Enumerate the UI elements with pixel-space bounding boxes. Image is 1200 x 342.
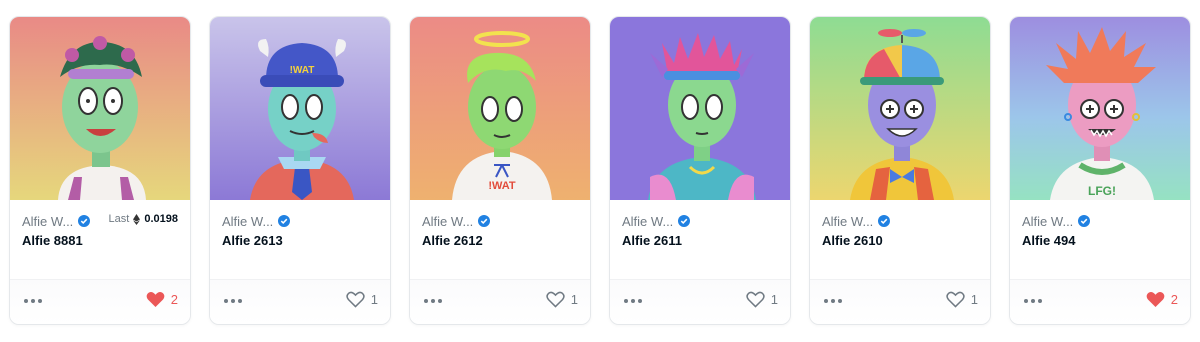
more-options-icon[interactable] (824, 294, 844, 308)
more-options-icon[interactable] (24, 294, 44, 308)
shirt-logo: LFG! (1088, 184, 1116, 198)
favorite-count: 2 (170, 292, 178, 307)
nft-artwork[interactable] (610, 17, 790, 200)
verified-badge-icon (78, 215, 91, 227)
hoodie-logo: !WAT (488, 180, 516, 192)
nft-name[interactable]: Alfie 2612 (422, 233, 578, 248)
hat-logo: !WAT (290, 65, 315, 76)
favorite-count: 1 (770, 292, 778, 307)
heart-outline-icon (746, 291, 765, 308)
last-sale-price: Last 0.0198 (108, 213, 178, 225)
favorite-button[interactable]: 2 (1146, 291, 1178, 308)
favorite-button[interactable]: 1 (546, 291, 578, 308)
collection-name[interactable]: Alfie W... (222, 212, 378, 230)
more-options-icon[interactable] (624, 294, 644, 308)
nft-artwork[interactable]: !WAT (210, 17, 390, 200)
verified-badge-icon (478, 215, 491, 227)
more-options-icon[interactable] (1024, 294, 1044, 308)
card-footer: 1 (210, 279, 390, 324)
collection-name[interactable]: Alfie W... (422, 212, 578, 230)
nft-card[interactable]: !WAT Alfie W... Alfie 2612 1 (409, 16, 591, 325)
more-options-icon[interactable] (424, 294, 444, 308)
more-options-icon[interactable] (224, 294, 244, 308)
ethereum-icon (133, 213, 141, 225)
nft-card[interactable]: !WAT Alfie W... Alfie 2613 1 (209, 16, 391, 325)
favorite-count: 1 (370, 292, 378, 307)
heart-filled-icon (1146, 292, 1165, 308)
nft-name[interactable]: Alfie 8881 (22, 233, 178, 248)
favorite-count: 1 (570, 292, 578, 307)
card-footer: 1 (410, 279, 590, 324)
collection-name[interactable]: Alfie W... (1022, 212, 1178, 230)
nft-card[interactable]: Alfie W... Alfie 2611 1 (609, 16, 791, 325)
favorite-count: 2 (1170, 292, 1178, 307)
heart-filled-icon (146, 292, 165, 308)
favorite-button[interactable]: 1 (946, 291, 978, 308)
nft-card[interactable]: LFG! Alfie W... Alfie 494 2 (1009, 16, 1191, 325)
card-footer: 1 (610, 279, 790, 324)
card-footer: 1 (810, 279, 990, 324)
favorite-button[interactable]: 2 (146, 291, 178, 308)
nft-name[interactable]: Alfie 494 (1022, 233, 1178, 248)
favorite-count: 1 (970, 292, 978, 307)
card-footer: 2 (10, 279, 190, 324)
nft-name[interactable]: Alfie 2611 (622, 233, 778, 248)
verified-badge-icon (678, 215, 691, 227)
heart-outline-icon (546, 291, 565, 308)
nft-artwork[interactable] (10, 17, 190, 200)
collection-name[interactable]: Alfie W... (622, 212, 778, 230)
favorite-button[interactable]: 1 (346, 291, 378, 308)
nft-artwork[interactable]: LFG! (1010, 17, 1190, 200)
verified-badge-icon (278, 215, 291, 227)
nft-card[interactable]: Alfie W... Alfie 8881 Last 0.0198 2 (9, 16, 191, 325)
nft-artwork[interactable]: !WAT (410, 17, 590, 200)
nft-name[interactable]: Alfie 2613 (222, 233, 378, 248)
verified-badge-icon (1078, 215, 1091, 227)
favorite-button[interactable]: 1 (746, 291, 778, 308)
nft-card[interactable]: Alfie W... Alfie 2610 1 (809, 16, 991, 325)
nft-card-row: Alfie W... Alfie 8881 Last 0.0198 2 !WAT… (0, 0, 1200, 342)
verified-badge-icon (878, 215, 891, 227)
nft-name[interactable]: Alfie 2610 (822, 233, 978, 248)
heart-outline-icon (946, 291, 965, 308)
card-footer: 2 (1010, 279, 1190, 324)
nft-artwork[interactable] (810, 17, 990, 200)
collection-name[interactable]: Alfie W... (822, 212, 978, 230)
heart-outline-icon (346, 291, 365, 308)
